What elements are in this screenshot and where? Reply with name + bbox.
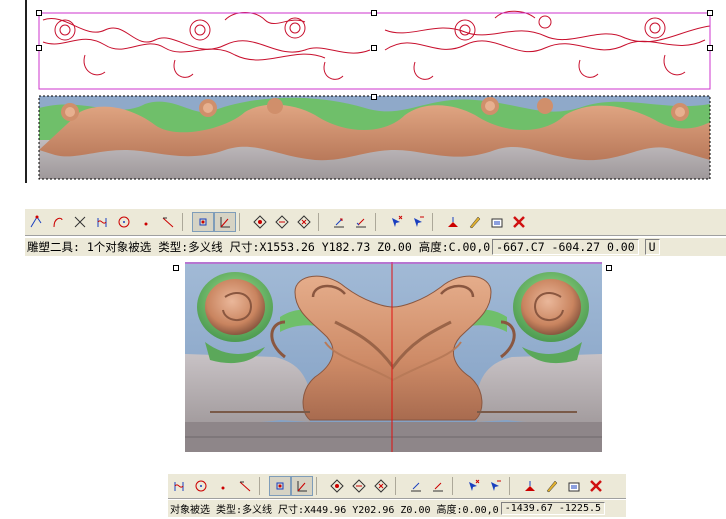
snap-grid-icon[interactable] <box>192 212 214 232</box>
selection-handle-tm[interactable] <box>371 10 377 16</box>
rotate-icon[interactable] <box>326 476 348 496</box>
properties-icon[interactable] <box>563 476 585 496</box>
mirror-icon[interactable] <box>348 476 370 496</box>
point-icon[interactable] <box>212 476 234 496</box>
preview-handle-tr[interactable] <box>606 265 612 271</box>
rotate-icon[interactable] <box>249 212 271 232</box>
knife-icon[interactable] <box>157 212 179 232</box>
curve-icon[interactable] <box>47 212 69 232</box>
bottom-status-bar: 对象被选 类型:多义线 尺寸:X449.96 Y202.96 Z0.00 高度:… <box>168 500 626 517</box>
align-right-icon[interactable] <box>427 476 449 496</box>
top-drawing-canvas[interactable] <box>25 0 726 183</box>
snap-grid-icon[interactable] <box>269 476 291 496</box>
transform-icon[interactable] <box>442 212 464 232</box>
relief-strip-top <box>38 95 711 180</box>
selection-handle-bm[interactable] <box>371 94 377 100</box>
toolbar-separator <box>395 477 402 495</box>
relief-render <box>185 262 602 452</box>
pick-remove-icon[interactable] <box>484 476 506 496</box>
toolbar-separator <box>375 213 382 231</box>
cut-icon[interactable] <box>69 212 91 232</box>
top-toolbar <box>25 208 726 236</box>
align-right-icon[interactable] <box>350 212 372 232</box>
transform-icon[interactable] <box>519 476 541 496</box>
canvas-left-border <box>25 0 27 183</box>
array-icon[interactable] <box>293 212 315 232</box>
selection-handle-tl[interactable] <box>36 10 42 16</box>
toolbar-separator <box>432 213 439 231</box>
delete-icon[interactable] <box>508 212 530 232</box>
bottom-toolbar <box>168 473 626 499</box>
status-extra: U <box>644 239 660 255</box>
delete-icon[interactable] <box>585 476 607 496</box>
selection-handle-ml[interactable] <box>36 45 42 51</box>
array-icon[interactable] <box>370 476 392 496</box>
snap-angle-icon[interactable] <box>214 212 236 232</box>
knife-icon[interactable] <box>234 476 256 496</box>
cursor-coordinates: -1439.67 -1225.5 <box>500 502 606 515</box>
top-status-bar: 雕塑二具: 1个对象被选 类型:多义线 尺寸:X1553.26 Y182.73 … <box>25 238 726 256</box>
circle-icon[interactable] <box>113 212 135 232</box>
selection-box <box>38 12 711 90</box>
selection-handle-mr[interactable] <box>707 45 713 51</box>
toolbar-separator <box>316 477 323 495</box>
properties-icon[interactable] <box>486 212 508 232</box>
circle-icon[interactable] <box>190 476 212 496</box>
point-icon[interactable] <box>135 212 157 232</box>
toolbar-separator <box>259 477 266 495</box>
status-message: 对象被选 类型:多义线 尺寸:X449.96 Y202.96 Z0.00 高度:… <box>170 505 499 516</box>
toolbar-separator <box>182 213 189 231</box>
toolbar-separator <box>318 213 325 231</box>
align-left-icon[interactable] <box>328 212 350 232</box>
pick-add-icon[interactable] <box>385 212 407 232</box>
bezier-icon[interactable] <box>91 212 113 232</box>
pick-add-icon[interactable] <box>462 476 484 496</box>
edit-icon[interactable] <box>541 476 563 496</box>
selection-handle-tr[interactable] <box>707 10 713 16</box>
toolbar-separator <box>452 477 459 495</box>
node-edit-icon[interactable] <box>25 212 47 232</box>
mirror-icon[interactable] <box>271 212 293 232</box>
pick-remove-icon[interactable] <box>407 212 429 232</box>
preview-handle-tl[interactable] <box>173 265 179 271</box>
selection-handle-center[interactable] <box>371 45 377 51</box>
align-left-icon[interactable] <box>405 476 427 496</box>
cursor-coordinates: -667.C7 -604.27 0.00 <box>492 239 639 255</box>
toolbar-separator <box>509 477 516 495</box>
edit-icon[interactable] <box>464 212 486 232</box>
snap-angle-icon[interactable] <box>291 476 313 496</box>
bezier-icon[interactable] <box>168 476 190 496</box>
toolbar-separator <box>239 213 246 231</box>
ornament-drawing <box>38 10 711 180</box>
status-message: 雕塑二具: 1个对象被选 类型:多义线 尺寸:X1553.26 Y182.73 … <box>27 240 491 254</box>
